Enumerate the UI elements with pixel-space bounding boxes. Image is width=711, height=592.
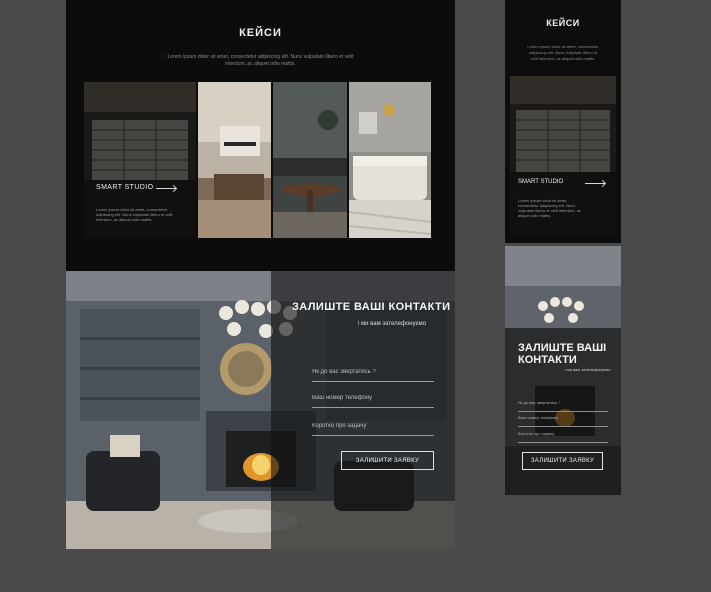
mobile-task-input[interactable] <box>518 431 608 436</box>
mobile-name-input[interactable] <box>518 400 608 405</box>
contact-subtitle: і ми вам зателефонуємо <box>358 321 427 327</box>
contact-section: ЗАЛИШТЕ ВАШІ КОНТАКТИ і ми вам зателефон… <box>66 271 455 549</box>
mobile-phone-input[interactable] <box>518 415 608 420</box>
case-image-living-room <box>198 82 271 238</box>
desktop-mockup: КЕЙСИ Lorem ipsum dolor sit amet, consec… <box>66 0 455 549</box>
mobile-submit-request-button[interactable]: ЗАЛИШИТИ ЗАЯВКУ <box>522 452 603 470</box>
arrow-right-icon[interactable] <box>585 183 605 184</box>
cases-section: КЕЙСИ Lorem ipsum dolor sit amet, consec… <box>66 0 455 271</box>
case-card-living-room[interactable] <box>198 82 271 238</box>
submit-request-button[interactable]: ЗАЛИШИТИ ЗАЯВКУ <box>341 451 434 470</box>
case-card-lounge[interactable] <box>273 82 347 238</box>
case-image-lounge <box>273 82 347 238</box>
phone-input[interactable] <box>312 395 434 401</box>
cases-gallery: SMART STUDIO Lorem ipsum dolor sit amet,… <box>84 82 431 238</box>
mobile-mockup: КЕЙСИ Lorem ipsum dolor sit amet, consec… <box>505 0 621 495</box>
cases-subtitle: Lorem ipsum dolor sit amet, consectetur … <box>167 54 354 67</box>
mobile-contact-title: ЗАЛИШТЕ ВАШІ КОНТАКТИ <box>518 342 607 366</box>
case-description: Lorem ipsum dolor sit amet, consectetur … <box>96 207 173 222</box>
name-input[interactable] <box>312 369 434 375</box>
mobile-cases-title: КЕЙСИ <box>546 18 580 28</box>
phone-field[interactable] <box>312 386 434 408</box>
mobile-task-field[interactable] <box>518 422 608 443</box>
mobile-case-label: SMART STUDIO <box>518 179 564 185</box>
case-label: SMART STUDIO <box>96 184 154 191</box>
arrow-right-icon[interactable] <box>156 188 176 189</box>
name-field[interactable] <box>312 360 434 382</box>
case-image-bedroom <box>349 82 431 238</box>
mobile-case-card-smart-studio[interactable]: SMART STUDIO Lorem ipsum dolor sit amet,… <box>510 76 616 236</box>
case-card-smart-studio[interactable]: SMART STUDIO Lorem ipsum dolor sit amet,… <box>84 82 196 238</box>
case-card-bedroom[interactable] <box>349 82 431 238</box>
mobile-case-description: Lorem ipsum dolor sit amet, consectetur … <box>518 198 581 218</box>
cases-title: КЕЙСИ <box>239 27 282 39</box>
task-field[interactable] <box>312 414 434 436</box>
mobile-cases-section: КЕЙСИ Lorem ipsum dolor sit amet, consec… <box>505 0 621 243</box>
contact-title: ЗАЛИШТЕ ВАШІ КОНТАКТИ <box>292 301 451 313</box>
task-input[interactable] <box>312 423 434 429</box>
mobile-cases-subtitle: Lorem ipsum dolor sit amet, consectetur … <box>527 44 599 61</box>
mobile-contact-section: ЗАЛИШТЕ ВАШІ КОНТАКТИ і ми вам зателефон… <box>505 246 621 495</box>
mobile-contact-subtitle: і ми вам зателефонуємо <box>565 367 611 372</box>
